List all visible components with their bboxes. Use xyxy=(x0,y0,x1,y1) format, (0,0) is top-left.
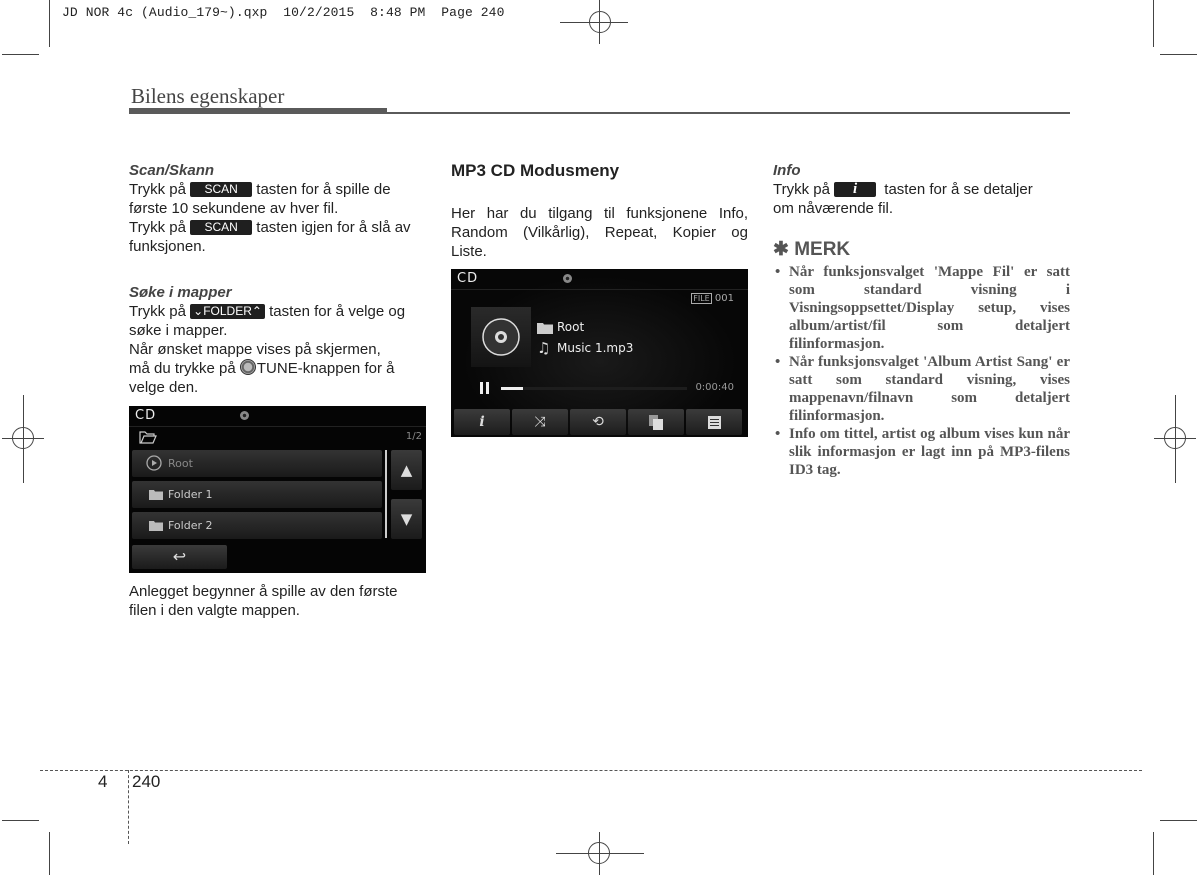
info-key: i xyxy=(834,182,877,197)
progress-track[interactable] xyxy=(501,387,687,390)
folder-open-icon xyxy=(139,431,157,444)
footer-divider xyxy=(128,770,129,844)
crop-mark xyxy=(49,0,50,47)
footer-rule xyxy=(40,770,1142,771)
list-button[interactable] xyxy=(686,409,742,435)
print-slug: JD NOR 4c (Audio_179~).qxp 10/2/2015 8:4… xyxy=(62,5,505,20)
file-number: 001 xyxy=(714,293,734,304)
chapter-number: 4 xyxy=(98,772,108,791)
arrow-down-icon: ▼ xyxy=(400,510,413,528)
back-button[interactable]: ↩ xyxy=(132,545,227,569)
list-item-label: Folder 2 xyxy=(168,519,213,532)
repeat-button[interactable]: ⟲ xyxy=(570,409,626,435)
copy-icon xyxy=(649,415,663,430)
copy-button[interactable] xyxy=(628,409,684,435)
elapsed-time: 0:00:40 xyxy=(695,382,734,393)
crop-mark xyxy=(2,820,39,821)
crop-mark xyxy=(1160,54,1197,55)
disc-indicator-icon xyxy=(240,411,249,420)
scroll-down-button[interactable]: ▼ xyxy=(391,499,422,539)
chevron-down-icon: ⌄ xyxy=(193,304,204,318)
play-circle-icon xyxy=(146,455,162,471)
note-item: Info om tittel, artist og album vises ku… xyxy=(773,425,1070,479)
note-list: Når funksjonsvalget 'Mappe Fil' er satt … xyxy=(773,263,1070,479)
repeat-icon: ⟲ xyxy=(592,414,604,430)
crop-mark xyxy=(1160,820,1197,821)
info-heading: Info xyxy=(773,162,801,179)
list-item-folder-2[interactable]: Folder 2 xyxy=(132,512,382,539)
crop-mark xyxy=(1153,832,1154,875)
mode-label: CD xyxy=(457,271,479,286)
folder-caption: Anlegget begynner å spille av den første… xyxy=(129,583,398,619)
scan-key: SCAN xyxy=(190,220,253,235)
folder-icon xyxy=(149,521,163,531)
folder-key: ⌄FOLDER⌃ xyxy=(190,304,265,319)
chevron-up-icon: ⌃ xyxy=(251,304,262,318)
section-title: Bilens egenskaper xyxy=(131,84,285,108)
column-3: Info Trykk på i tasten for å se detaljer… xyxy=(773,161,1070,479)
file-indicator: FILE 001 xyxy=(691,293,734,304)
progress-fill xyxy=(501,387,524,390)
mp3-menu-heading: MP3 CD Modusmeny xyxy=(451,161,620,180)
folder-icon xyxy=(149,490,163,500)
list-item-label: Folder 1 xyxy=(168,488,213,501)
music-note-icon: ♫ xyxy=(537,339,551,357)
column-2: MP3 CD Modusmeny Her har du tilgang til … xyxy=(451,161,748,261)
pause-button[interactable] xyxy=(480,382,490,394)
crop-mark xyxy=(1153,0,1154,47)
back-arrow-icon: ↩ xyxy=(172,547,187,566)
folder-list-screen: CD 1/2 Root Folder 1 Folder 2 ▲ ▼ ↩ xyxy=(129,406,426,573)
crop-mark xyxy=(2,54,39,55)
scan-paragraph-1: Trykk på SCAN tasten for å spille de før… xyxy=(129,181,391,217)
tune-knob-icon xyxy=(239,359,256,375)
mode-label: CD xyxy=(135,408,157,423)
track-name: Music 1.mp3 xyxy=(557,341,634,355)
cd-player-screen: CD FILE 001 Root ♫ Music 1.mp3 0:00:40 i… xyxy=(451,269,748,437)
folder-icon xyxy=(537,323,553,334)
page-number: 240 xyxy=(132,772,161,791)
shuffle-icon: ⤨ xyxy=(534,414,546,430)
note-item: Når funksjonsvalget 'Album Artist Sang' … xyxy=(773,353,1070,425)
scan-key: SCAN xyxy=(190,182,253,197)
header-rule-thick xyxy=(129,108,387,114)
list-item-folder-1[interactable]: Folder 1 xyxy=(132,481,382,508)
info-button[interactable]: i xyxy=(454,409,510,435)
disc-indicator-icon xyxy=(563,274,572,283)
folder-path-bar: 1/2 xyxy=(129,427,426,447)
folder-name: Root xyxy=(557,320,585,334)
info-icon: i xyxy=(479,414,485,430)
mp3-intro: Her har du tilgang til funksjonene Info,… xyxy=(451,205,748,260)
crop-mark xyxy=(49,832,50,875)
header-rule-thin xyxy=(387,112,1070,114)
scrollbar[interactable] xyxy=(385,450,387,538)
file-badge: FILE xyxy=(691,293,712,304)
scroll-up-button[interactable]: ▲ xyxy=(391,450,422,490)
cd-disc-icon xyxy=(482,318,520,356)
page-indicator: 1/2 xyxy=(405,431,422,442)
folders-paragraph-1: Trykk på ⌄FOLDER⌃ tasten for å velge og … xyxy=(129,303,406,339)
arrow-up-icon: ▲ xyxy=(400,461,413,479)
scan-paragraph-2: Trykk på SCAN tasten igjen for å slå av … xyxy=(129,219,411,255)
list-item-root[interactable]: Root xyxy=(132,450,382,477)
note-title: ✱ MERK xyxy=(773,239,851,260)
list-icon xyxy=(707,416,721,429)
column-1: Scan/Skann Trykk på SCAN tasten for å sp… xyxy=(129,161,426,397)
folders-paragraph-2: Når ønsket mappe vises på skjermen, må d… xyxy=(129,341,395,396)
list-item-label: Root xyxy=(168,457,193,470)
scan-heading: Scan/Skann xyxy=(129,162,215,179)
folders-heading: Søke i mapper xyxy=(129,284,232,301)
album-art xyxy=(471,307,531,367)
info-paragraph: Trykk på i tasten for å se detaljer om n… xyxy=(773,181,1033,217)
random-button[interactable]: ⤨ xyxy=(512,409,568,435)
note-item: Når funksjonsvalget 'Mappe Fil' er satt … xyxy=(773,263,1070,353)
